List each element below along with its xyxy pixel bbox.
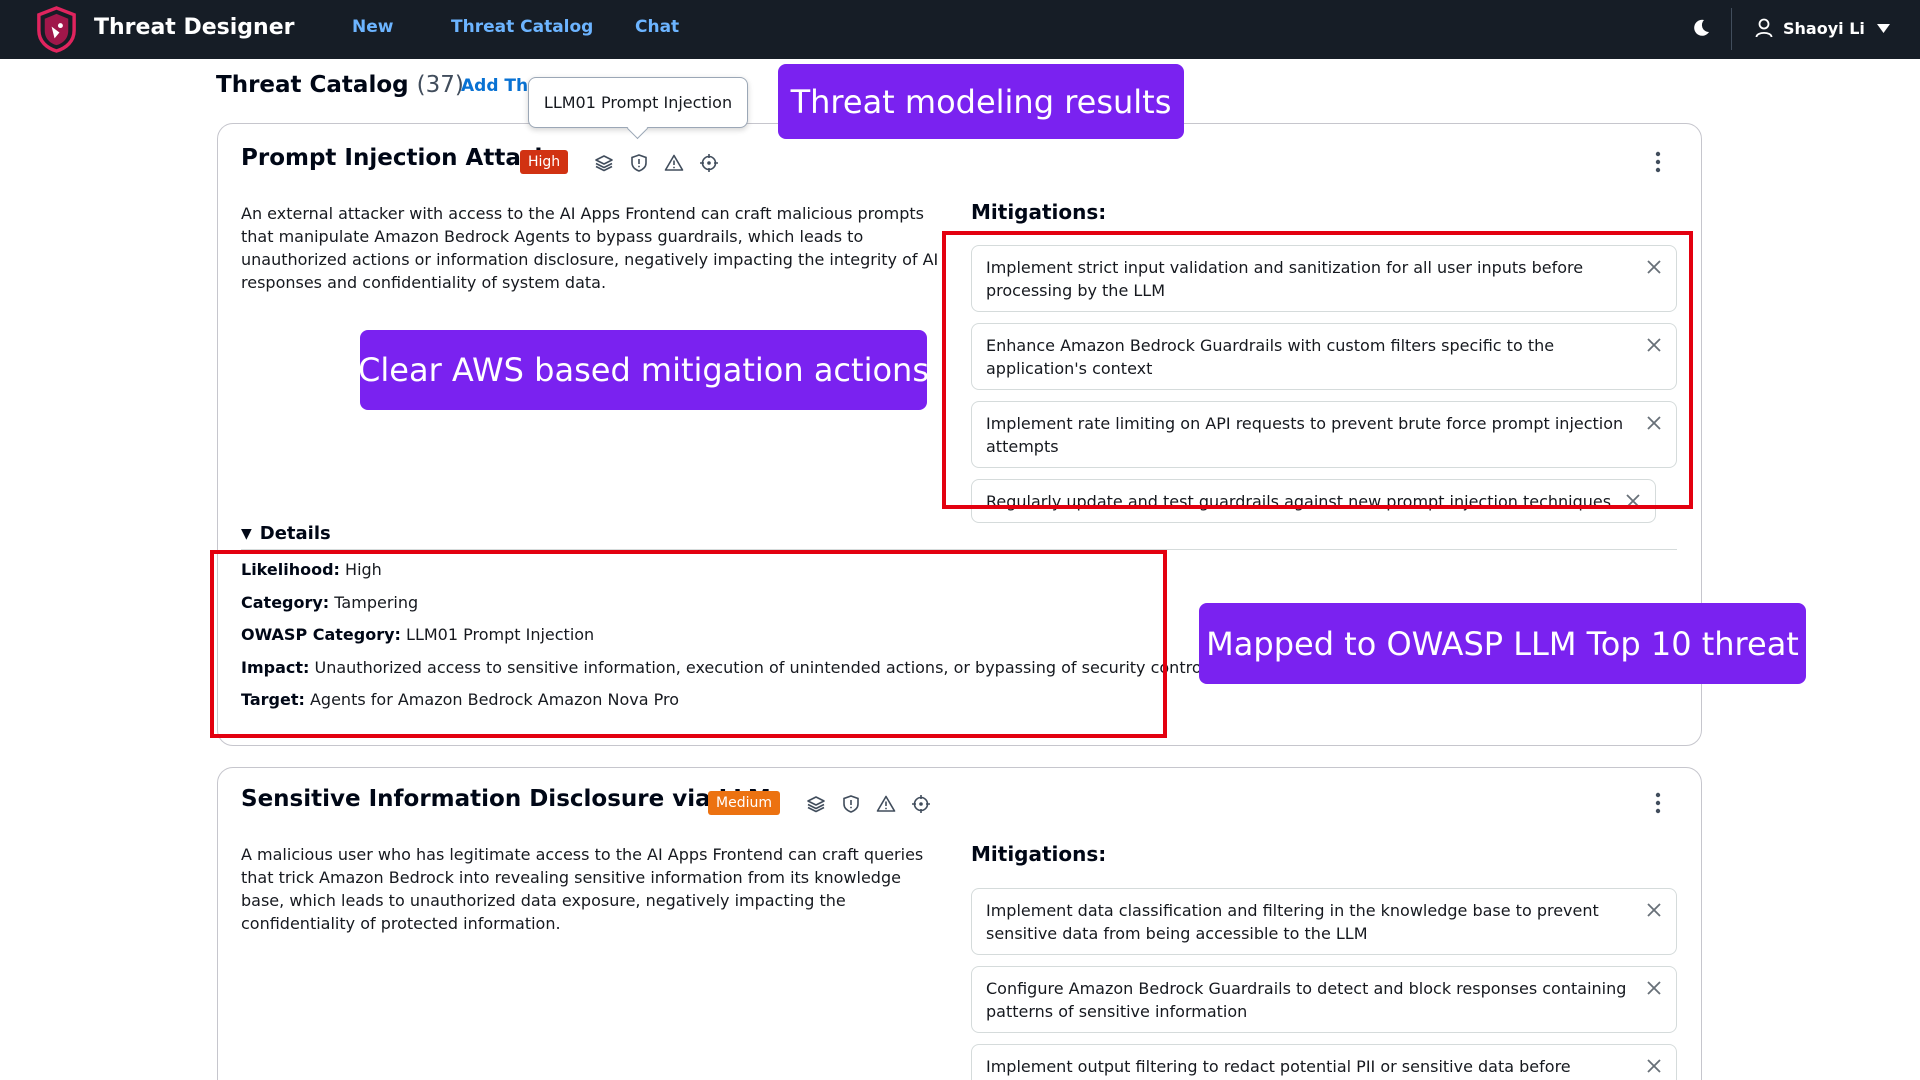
mitigation-item: Configure Amazon Bedrock Guardrails to d… (971, 966, 1677, 1033)
mitigation-text: Enhance Amazon Bedrock Guardrails with c… (986, 336, 1555, 378)
mitigation-text: Regularly update and test guardrails aga… (986, 492, 1612, 511)
remove-icon[interactable] (1645, 901, 1663, 919)
remove-icon[interactable] (1645, 979, 1663, 997)
details-toggle[interactable]: ▼ Details (241, 523, 331, 544)
threat-icon-row (594, 153, 719, 173)
detail-impact: Impact: Unauthorized access to sensitive… (241, 657, 1215, 677)
warning-icon[interactable] (664, 153, 684, 173)
more-options-icon[interactable] (1651, 149, 1665, 175)
moon-icon[interactable] (1690, 17, 1712, 39)
severity-badge: High (520, 150, 569, 174)
page-title-text: Threat Catalog (216, 72, 409, 98)
detail-owasp-category: OWASP Category: LLM01 Prompt Injection (241, 625, 595, 644)
mitigation-item: Implement output filtering to redact pot… (971, 1044, 1677, 1080)
remove-icon[interactable] (1645, 258, 1663, 276)
remove-icon[interactable] (1645, 336, 1663, 354)
threat-title: Sensitive Information Disclosure via LLM (241, 786, 771, 812)
nav-chat[interactable]: Chat (635, 17, 679, 37)
shield-icon[interactable] (841, 794, 861, 814)
callout-owasp-mapping: Mapped to OWASP LLM Top 10 threat (1199, 603, 1806, 684)
detail-target: Target: Agents for Amazon Bedrock Amazon… (241, 690, 679, 709)
detail-category: Category: Tampering (241, 592, 419, 612)
mitigation-text: Implement strict input validation and sa… (986, 258, 1584, 300)
threat-description: An external attacker with access to the … (241, 204, 939, 292)
mitigation-text: Implement output filtering to redact pot… (986, 1057, 1571, 1076)
mitigation-item: Implement data classification and filter… (971, 888, 1677, 955)
mitigations-label: Mitigations: (971, 200, 1107, 224)
callout-threat-modeling-results: Threat modeling results (778, 64, 1184, 139)
remove-icon[interactable] (1645, 414, 1663, 432)
nav-threat-catalog[interactable]: Threat Catalog (451, 17, 593, 37)
mitigation-text: Configure Amazon Bedrock Guardrails to d… (986, 979, 1627, 1021)
threat-card: Sensitive Information Disclosure via LLM… (217, 767, 1702, 1080)
remove-icon[interactable] (1624, 492, 1642, 510)
tooltip: LLM01 Prompt Injection (528, 77, 748, 128)
warning-icon[interactable] (876, 794, 896, 814)
page-title: Threat Catalog (37) (216, 72, 464, 98)
more-options-icon[interactable] (1651, 790, 1665, 816)
mitigation-text: Implement rate limiting on API requests … (986, 414, 1624, 456)
layers-icon[interactable] (806, 794, 826, 814)
threat-description: A malicious user who has legitimate acce… (241, 845, 924, 933)
mitigation-list: Implement strict input validation and sa… (971, 245, 1677, 534)
remove-icon[interactable] (1645, 1057, 1663, 1075)
nav-new[interactable]: New (352, 17, 393, 37)
callout-mitigation-actions: Clear AWS based mitigation actions (358, 330, 929, 410)
mitigation-item: Implement strict input validation and sa… (971, 245, 1677, 312)
shield-icon[interactable] (629, 153, 649, 173)
detail-likelihood: Likelihood: High (241, 560, 382, 579)
user-menu[interactable]: Shaoyi Li (1755, 14, 1890, 42)
layers-icon[interactable] (594, 153, 614, 173)
threat-title: Prompt Injection Attack (241, 145, 550, 171)
details-divider (241, 549, 1677, 550)
add-threat-link[interactable]: Add Thr (461, 76, 537, 96)
caret-down-icon (1876, 23, 1890, 33)
mitigation-list: Implement data classification and filter… (971, 888, 1677, 1080)
details-section: Likelihood: High Category: Tampering OWA… (241, 560, 1214, 723)
mitigation-text: Implement data classification and filter… (986, 901, 1599, 943)
mitigation-item: Implement rate limiting on API requests … (971, 401, 1677, 468)
user-name: Shaoyi Li (1783, 18, 1865, 38)
severity-badge: Medium (708, 791, 780, 815)
shield-logo-icon[interactable] (33, 5, 80, 54)
nav-divider (1731, 8, 1732, 50)
mitigation-item: Enhance Amazon Bedrock Guardrails with c… (971, 323, 1677, 390)
details-label: Details (259, 523, 331, 544)
user-icon (1755, 18, 1773, 38)
target-icon[interactable] (911, 794, 931, 814)
caret-down-icon: ▼ (241, 525, 252, 542)
mitigation-item: Regularly update and test guardrails aga… (971, 479, 1657, 523)
top-navigation: Threat Designer New Threat Catalog Chat … (0, 0, 1920, 59)
target-icon[interactable] (699, 153, 719, 173)
mitigations-label: Mitigations: (971, 842, 1107, 866)
threat-icon-row (806, 794, 931, 814)
app-title[interactable]: Threat Designer (94, 15, 294, 40)
threat-count: (37) (416, 72, 464, 98)
